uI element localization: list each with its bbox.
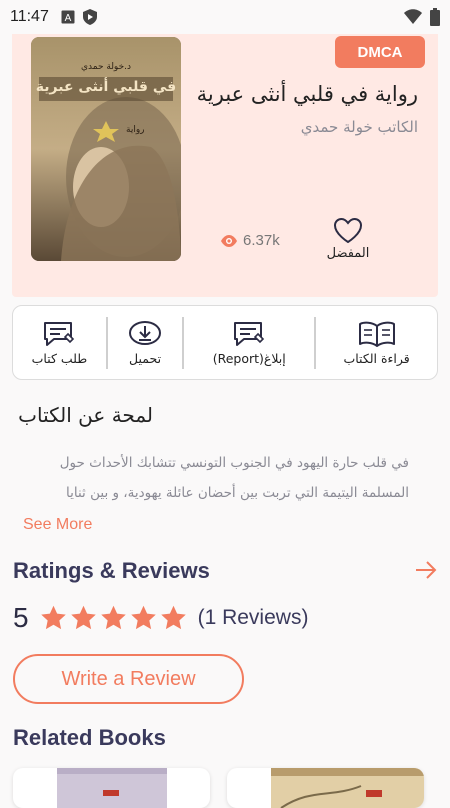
related-book-cover [56, 768, 167, 808]
book-author: الكاتب خولة حمدي [300, 118, 418, 136]
a-square-icon: A [61, 10, 75, 24]
download-label: تحميل [129, 350, 162, 366]
star-icon [130, 605, 156, 630]
ratings-title: Ratings & Reviews [13, 558, 210, 583]
rating-stars [39, 604, 188, 632]
rating-score: 5 [13, 602, 29, 633]
open-book-icon [358, 321, 395, 347]
status-time: 11:47 [10, 8, 49, 25]
cover-author-text: د.خولة حمدي [80, 62, 132, 72]
write-review-button[interactable]: Write a Review [13, 654, 244, 704]
read-book-button[interactable]: قراءة الكتاب [316, 306, 437, 379]
cover-badge-text: رواية [126, 125, 145, 135]
request-book-button[interactable]: طلب كتاب [13, 306, 106, 379]
about-text: في قلب حارة اليهود في الجنوب التونسي تتش… [59, 455, 409, 501]
see-more-link[interactable]: See More [23, 516, 92, 534]
arrow-right-icon[interactable] [414, 560, 438, 580]
related-books-title: Related Books [13, 725, 166, 750]
status-bar: 11:47 A [0, 0, 450, 34]
rating-summary: 5 (1 Reviews) [13, 602, 308, 634]
battery-icon [430, 8, 440, 26]
cover-title-text: في قلبي أنثى عبرية [35, 79, 177, 95]
read-book-label: قراءة الكتاب [343, 350, 410, 366]
related-book-card[interactable] [13, 768, 210, 808]
star-icon [160, 605, 186, 630]
report-button[interactable]: إبلاغ(Report) [184, 306, 314, 379]
report-label: إبلاغ(Report) [212, 350, 286, 366]
related-book-card[interactable] [227, 768, 424, 808]
download-button[interactable]: تحميل [108, 306, 182, 379]
star-icon [100, 605, 126, 630]
report-icon [234, 321, 265, 346]
svg-text:A: A [65, 13, 72, 24]
shield-play-icon [82, 9, 97, 25]
book-hero: د.خولة حمدي في قلبي أنثى عبرية رواية DMC… [12, 34, 438, 297]
wifi-icon [404, 9, 422, 24]
favorite-button[interactable]: المفضل [318, 217, 378, 261]
book-cover[interactable]: د.خولة حمدي في قلبي أنثى عبرية رواية [31, 37, 181, 261]
star-icon [40, 605, 66, 630]
download-icon [129, 320, 162, 345]
views-value: 6.37k [243, 232, 280, 249]
dmca-button[interactable]: DMCA [335, 36, 425, 68]
views-count: 6.37k [220, 232, 280, 249]
book-title: رواية في قلبي أنثى عبرية [196, 82, 418, 106]
eye-icon [221, 234, 237, 247]
favorite-label: المفضل [326, 246, 370, 261]
about-title: لمحة عن الكتاب [18, 403, 153, 427]
message-edit-icon [44, 321, 75, 346]
actions-bar: طلب كتاب تحميل إبلاغ(Report) قراءة الكتا… [12, 305, 438, 380]
star-icon [70, 605, 96, 630]
request-book-label: طلب كتاب [31, 350, 88, 366]
heart-icon [333, 217, 363, 244]
reviews-count: (1 Reviews) [197, 606, 309, 629]
related-book-cover [270, 768, 424, 808]
